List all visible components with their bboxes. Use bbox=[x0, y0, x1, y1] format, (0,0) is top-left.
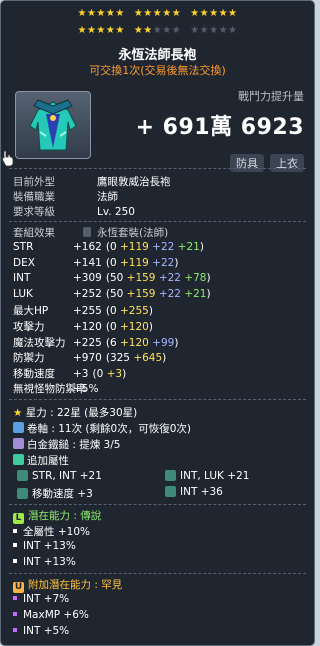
star-icon: ★ bbox=[162, 25, 172, 36]
stat-row: INT +309 (50 +159 +22 +78) bbox=[13, 272, 211, 285]
additional-potential-line: INT +7% bbox=[13, 593, 69, 605]
legendary-badge-icon: L bbox=[13, 513, 24, 524]
stat-row: 防禦力 +970 (325 +645) bbox=[13, 352, 167, 365]
option-icon bbox=[17, 488, 28, 499]
trade-info: 可交換1次(交易後無法交換) bbox=[89, 64, 226, 77]
stat-row: 最大HP +255 (0 +255) bbox=[13, 305, 153, 318]
stat-row: STR +162 (0 +119 +22 +21) bbox=[13, 241, 204, 253]
tag-top: 上衣 bbox=[270, 154, 304, 172]
robe-icon bbox=[29, 99, 77, 151]
star-icon: ★ bbox=[228, 8, 238, 19]
feather-icon bbox=[13, 454, 24, 465]
additional-potential-title: U 附加潛在能力 : 罕見 bbox=[13, 579, 123, 593]
stat-row: DEX +141 (0 +119 +22) bbox=[13, 256, 179, 269]
add-option: INT, LUK +21 bbox=[165, 470, 249, 482]
stat-row: 移動速度 +3 (0 +3) bbox=[13, 367, 127, 380]
add-option: INT +36 bbox=[165, 486, 223, 498]
star-icon: ★ bbox=[171, 25, 182, 36]
scroll-icon bbox=[13, 422, 24, 433]
star-icon: ★ bbox=[105, 25, 116, 36]
star-icon: ★ bbox=[86, 25, 97, 36]
hand-cursor-icon bbox=[1, 150, 14, 167]
option-icon bbox=[17, 470, 28, 481]
star-icon: ★ bbox=[209, 8, 219, 19]
item-tooltip: ★★★★★ ★★★★★ ★★★★★ ★★★★★ ★★★★★ ★★★★★ 永恆法師長袍 可… bbox=[0, 0, 315, 646]
star-icon: ★ bbox=[190, 25, 200, 36]
star-icon: ★ bbox=[133, 8, 144, 19]
star-icon: ★ bbox=[96, 8, 106, 19]
tag-armor: 防具 bbox=[230, 154, 264, 172]
star-icon: ★ bbox=[86, 8, 97, 19]
combat-power-value: + 691萬 6923 bbox=[135, 115, 304, 140]
star-icon: ★ bbox=[133, 25, 144, 36]
star-icon: ★ bbox=[152, 8, 163, 19]
star-icon: ★ bbox=[152, 25, 163, 36]
star-icon: ★ bbox=[190, 8, 200, 19]
stat-row: LUK +252 (50 +159 +22 +21) bbox=[13, 287, 211, 300]
set-effect: 套組效果 永恆套裝(法師) bbox=[13, 227, 169, 239]
option-icon bbox=[165, 470, 176, 481]
info-req-level: 要求等級 Lv. 250 bbox=[13, 206, 135, 218]
item-icon-frame bbox=[15, 91, 91, 159]
star-icon: ★ bbox=[209, 25, 219, 36]
divider bbox=[9, 573, 306, 574]
unique-badge-icon: U bbox=[13, 582, 24, 593]
divider bbox=[9, 221, 306, 222]
star-icon: ★ bbox=[218, 25, 229, 36]
potential-line: INT +13% bbox=[13, 556, 76, 568]
star-icon: ★ bbox=[171, 8, 182, 19]
star-icon: ★ bbox=[199, 8, 210, 19]
star-icon: ★ bbox=[218, 8, 229, 19]
combat-power-label: 戰鬥力提升量 bbox=[238, 90, 304, 103]
star-icon: ★ bbox=[77, 8, 87, 19]
star-icon: ★ bbox=[143, 8, 153, 19]
hammer-info: 白金鐵鎚 : 提煉 3/5 bbox=[13, 437, 120, 452]
info-job: 裝備職業 法師 bbox=[13, 191, 118, 203]
star-icon: ★ bbox=[115, 25, 125, 36]
star-icon: ★ bbox=[96, 25, 106, 36]
info-current-look: 目前外型 鷹眼敦威治長袍 bbox=[13, 176, 171, 188]
option-icon bbox=[165, 486, 176, 497]
additional-potential-line: MaxMP +6% bbox=[13, 609, 89, 621]
star-icon: ★ bbox=[199, 25, 210, 36]
star-icon: ★ bbox=[115, 8, 125, 19]
divider bbox=[9, 168, 306, 169]
additional-options-title: 追加屬性 bbox=[13, 453, 69, 468]
star-icon: ★ bbox=[228, 25, 238, 36]
star-icon: ★ bbox=[13, 407, 23, 419]
star-force-info: ★ 星力 : 22星 (最多30星) bbox=[13, 407, 138, 419]
star-icon: ★ bbox=[162, 8, 172, 19]
add-option: STR, INT +21 bbox=[17, 470, 102, 482]
star-force-row-1: ★★★★★ ★★★★★ ★★★★★ bbox=[1, 8, 314, 20]
stat-row: 攻擊力 +120 (0 +120) bbox=[13, 321, 153, 333]
potential-line: INT +13% bbox=[13, 540, 76, 552]
stat-row: 魔法攻擊力 +225 (6 +120 +99) bbox=[13, 336, 179, 349]
star-icon: ★ bbox=[77, 25, 87, 36]
divider bbox=[9, 504, 306, 505]
potential-line: 全屬性 +10% bbox=[13, 524, 90, 539]
item-name: 永恆法師長袍 bbox=[118, 48, 197, 63]
additional-potential-line: INT +5% bbox=[13, 625, 69, 637]
add-option: 移動速度 +3 bbox=[17, 486, 93, 501]
divider bbox=[9, 399, 306, 400]
stat-row: 無視怪物防禦率+5% bbox=[13, 383, 99, 396]
scroll-info: 卷軸 : 11次 (剩餘0次，可恢復0次) bbox=[13, 421, 191, 436]
star-force-row-2: ★★★★★ ★★★★★ ★★★★★ bbox=[1, 25, 314, 37]
star-icon: ★ bbox=[143, 25, 153, 36]
potential-title: L 潛在能力 : 傳說 bbox=[13, 508, 101, 524]
lock-icon bbox=[83, 227, 91, 237]
hammer-icon bbox=[13, 438, 24, 449]
star-icon: ★ bbox=[105, 8, 116, 19]
